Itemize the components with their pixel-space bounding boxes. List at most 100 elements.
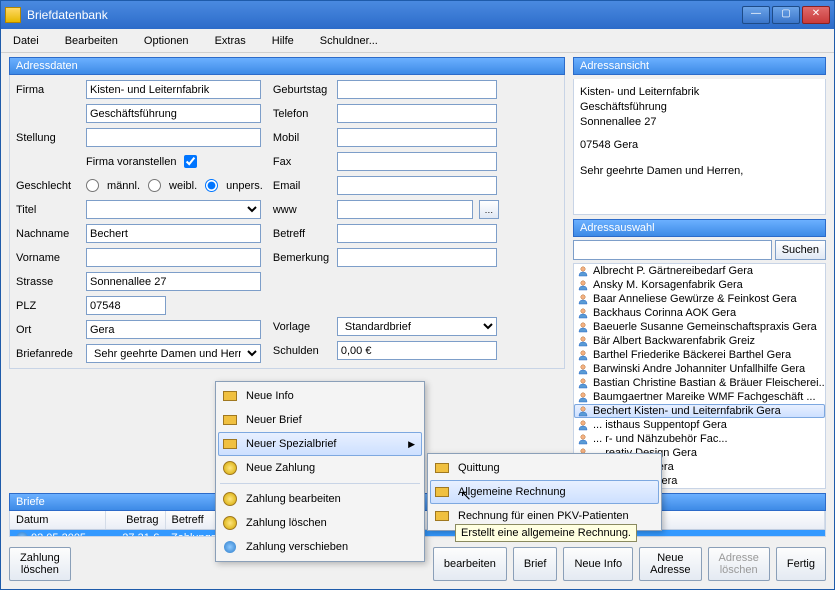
checkbox-firma-voranstellen[interactable]: [184, 155, 197, 168]
label-vorlage: Vorlage: [273, 321, 333, 333]
select-briefanrede[interactable]: Sehr geehrte Damen und Herren,: [86, 344, 261, 363]
input-nachname[interactable]: [86, 224, 261, 243]
label-www: www: [273, 204, 333, 216]
label-firma-voranstellen: Firma voranstellen: [86, 156, 176, 168]
mail-icon: [435, 463, 449, 473]
address-preview: Kisten- und Leiternfabrik Geschäftsführu…: [573, 79, 826, 215]
person-icon: [577, 293, 589, 305]
search-input[interactable]: [573, 240, 772, 260]
radio-maennl[interactable]: [86, 179, 99, 192]
adresse-loeschen-button[interactable]: Adresse löschen: [708, 547, 770, 581]
context-menu-item[interactable]: Zahlung verschieben: [218, 535, 422, 559]
address-list-item[interactable]: Bechert Kisten- und Leiternfabrik Gera: [574, 404, 825, 418]
menu-extras[interactable]: Extras: [209, 32, 252, 50]
person-icon: [577, 307, 589, 319]
address-list-item[interactable]: Ansky M. Korsagenfabrik Gera: [574, 278, 825, 292]
radio-unpers[interactable]: [205, 179, 218, 192]
label-firma: Firma: [16, 84, 82, 96]
input-www[interactable]: [337, 200, 473, 219]
mail-icon: [223, 391, 237, 401]
address-list-item[interactable]: Bastian Christine Bastian & Bräuer Fleis…: [574, 376, 825, 390]
context-menu-item[interactable]: Allgemeine Rechnung: [430, 480, 659, 504]
label-telefon: Telefon: [273, 108, 333, 120]
globe-icon: [16, 532, 28, 537]
menu-hilfe[interactable]: Hilfe: [266, 32, 300, 50]
close-button[interactable]: ✕: [802, 6, 830, 24]
address-list-item[interactable]: ... isthaus Suppentopf Gera: [574, 418, 825, 432]
radio-weibl[interactable]: [148, 179, 161, 192]
label-geburtstag: Geburtstag: [273, 84, 333, 96]
maximize-button[interactable]: ▢: [772, 6, 800, 24]
input-bemerkung[interactable]: [337, 248, 497, 267]
address-list-item[interactable]: Albrecht P. Gärtnereibedarf Gera: [574, 264, 825, 278]
input-strasse[interactable]: [86, 272, 261, 291]
address-list-item[interactable]: ... r- und Nähzubehör Fac...: [574, 432, 825, 446]
menu-schuldner[interactable]: Schuldner...: [314, 32, 384, 50]
input-geburtstag[interactable]: [337, 80, 497, 99]
input-plz[interactable]: [86, 296, 166, 315]
zahlung-loeschen-button[interactable]: Zahlung löschen: [9, 547, 71, 581]
input-vorname[interactable]: [86, 248, 261, 267]
context-menu-item[interactable]: Neue Zahlung: [218, 456, 422, 480]
person-icon: [577, 265, 589, 277]
context-menu-item[interactable]: Quittung: [430, 456, 659, 480]
label-titel: Titel: [16, 204, 82, 216]
address-list-item[interactable]: Backhaus Corinna AOK Gera: [574, 306, 825, 320]
input-firma[interactable]: [86, 80, 261, 99]
minimize-button[interactable]: —: [742, 6, 770, 24]
input-fax[interactable]: [337, 152, 497, 171]
input-ort[interactable]: [86, 320, 261, 339]
person-icon: [577, 321, 589, 333]
context-submenu[interactable]: QuittungAllgemeine RechnungRechnung für …: [427, 453, 662, 531]
menu-optionen[interactable]: Optionen: [138, 32, 195, 50]
person-icon: [577, 391, 589, 403]
context-menu-item[interactable]: Neuer Spezialbrief▶: [218, 432, 422, 456]
address-list-item[interactable]: Baeuerle Susanne Gemeinschaftspraxis Ger…: [574, 320, 825, 334]
address-list-item[interactable]: Barwinski Andre Johanniter Unfallhilfe G…: [574, 362, 825, 376]
label-nachname: Nachname: [16, 228, 82, 240]
input-email[interactable]: [337, 176, 497, 195]
context-menu[interactable]: Neue InfoNeuer BriefNeuer Spezialbrief▶N…: [215, 381, 425, 562]
www-browse-button[interactable]: …: [479, 200, 499, 219]
person-icon: [577, 433, 589, 445]
address-list-item[interactable]: Barthel Friederike Bäckerei Barthel Gera: [574, 348, 825, 362]
coin-icon: [223, 461, 237, 475]
mail-icon: [435, 511, 449, 521]
input-mobil[interactable]: [337, 128, 497, 147]
menu-bearbeiten[interactable]: Bearbeiten: [59, 32, 124, 50]
coin-icon: [223, 516, 237, 530]
section-adressdaten: Adressdaten: [9, 57, 565, 75]
context-menu-item[interactable]: Zahlung löschen: [218, 511, 422, 535]
context-menu-item[interactable]: Neue Info: [218, 384, 422, 408]
app-icon: [5, 7, 21, 23]
fertig-button[interactable]: Fertig: [776, 547, 826, 581]
context-menu-item[interactable]: Neuer Brief: [218, 408, 422, 432]
address-list-item[interactable]: Baumgaertner Mareike WMF Fachgeschäft ..…: [574, 390, 825, 404]
col-betrag[interactable]: Betrag: [105, 511, 165, 530]
globe-icon: [224, 541, 236, 553]
neue-adresse-button[interactable]: Neue Adresse: [639, 547, 701, 581]
search-button[interactable]: Suchen: [775, 240, 826, 260]
person-icon: [577, 349, 589, 361]
address-list-item[interactable]: Bär Albert Backwarenfabrik Greiz: [574, 334, 825, 348]
context-menu-item[interactable]: Zahlung bearbeiten: [218, 487, 422, 511]
input-betreff[interactable]: [337, 224, 497, 243]
select-vorlage[interactable]: Standardbrief: [337, 317, 497, 336]
label-mobil: Mobil: [273, 132, 333, 144]
input-stellung[interactable]: [86, 128, 261, 147]
neue-info-button[interactable]: Neue Info: [563, 547, 633, 581]
mail-icon: [223, 415, 237, 425]
section-adressansicht: Adressansicht: [573, 57, 826, 75]
menu-datei[interactable]: Datei: [7, 32, 45, 50]
titlebar: Briefdatenbank — ▢ ✕: [1, 1, 834, 29]
bearbeiten-button[interactable]: bearbeiten: [433, 547, 507, 581]
input-firma2[interactable]: [86, 104, 261, 123]
brief-button[interactable]: Brief: [513, 547, 558, 581]
col-datum[interactable]: Datum: [10, 511, 105, 530]
chevron-right-icon: ▶: [408, 439, 415, 450]
select-titel[interactable]: [86, 200, 261, 219]
person-icon: [577, 419, 589, 431]
label-schulden: Schulden: [273, 345, 333, 357]
address-list-item[interactable]: Baar Anneliese Gewürze & Feinkost Gera: [574, 292, 825, 306]
input-telefon[interactable]: [337, 104, 497, 123]
